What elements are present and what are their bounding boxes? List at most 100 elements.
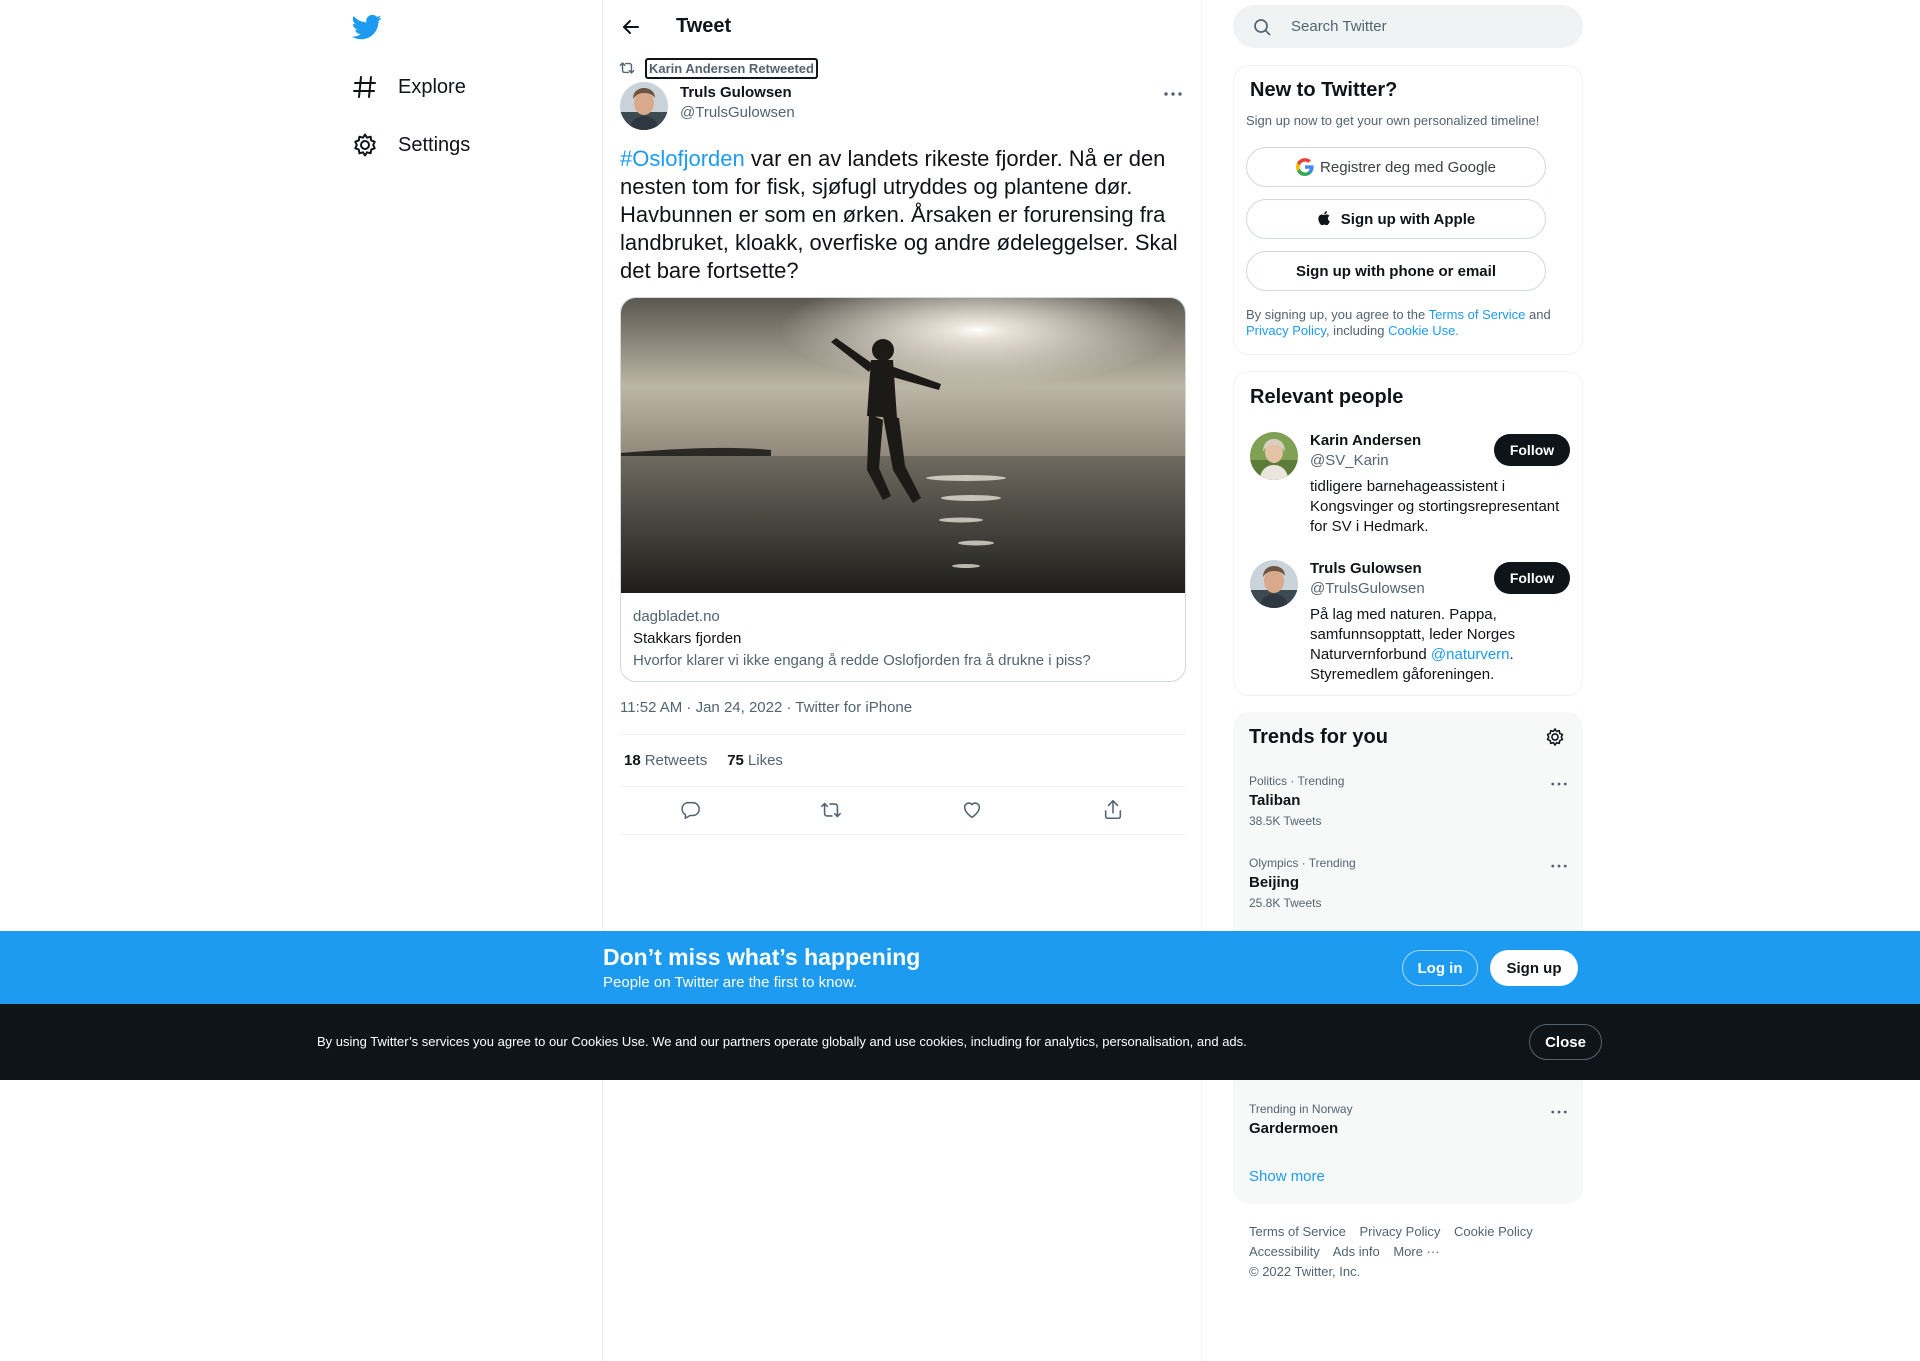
person-name[interactable]: Karin Andersen	[1310, 432, 1421, 449]
more-dots-icon	[1551, 1110, 1567, 1114]
person-bio: tidligere barnehageassistent i Kongsving…	[1310, 478, 1560, 535]
signup-banner: Don’t miss what’s happening People on Tw…	[0, 931, 1920, 1004]
follow-button[interactable]: Follow	[1494, 434, 1570, 466]
tweet-header: Tweet	[603, 0, 1203, 53]
footer-link[interactable]: Accessibility	[1249, 1244, 1320, 1259]
signup-legal-text: By signing up, you agree to the Terms of…	[1246, 307, 1566, 339]
retweets-count: 18	[624, 752, 641, 769]
author-name[interactable]: Truls Gulowsen	[680, 84, 792, 101]
nav-label: Settings	[398, 133, 471, 156]
footer-more-link[interactable]: More ···	[1393, 1244, 1439, 1259]
signup-button[interactable]: Sign up	[1490, 950, 1578, 986]
google-signup-button[interactable]: Registrer deg med Google	[1246, 147, 1546, 187]
trend-count: 38.5K Tweets	[1249, 814, 1322, 828]
like-button[interactable]	[961, 799, 985, 823]
retweet-icon	[619, 60, 637, 78]
google-signup-label: Registrer deg med Google	[1320, 158, 1496, 176]
search-box[interactable]	[1233, 5, 1583, 48]
footer-link[interactable]: Cookie Policy	[1454, 1224, 1533, 1239]
show-more-link[interactable]: Show more	[1249, 1168, 1325, 1185]
retweeted-by-label[interactable]: Karin Andersen Retweeted	[645, 58, 818, 79]
login-button[interactable]: Log in	[1402, 950, 1478, 986]
person-handle[interactable]: @TrulsGulowsen	[1310, 580, 1425, 597]
search-icon	[1253, 18, 1271, 36]
hashtag-icon	[352, 74, 378, 100]
main-column: Tweet Karin Andersen Retweeted Truls Gul…	[602, 0, 1202, 1361]
search-input[interactable]	[1291, 18, 1561, 35]
avatar[interactable]	[1250, 432, 1298, 480]
card-description: Hvorfor klarer vi ikke engang å redde Os…	[633, 652, 1091, 669]
retweeted-by: Karin Andersen Retweeted	[619, 58, 818, 79]
reply-icon	[679, 799, 703, 821]
hashtag-link[interactable]: #Oslofjorden	[620, 146, 745, 171]
banner-subtitle: People on Twitter are the first to know.	[603, 974, 858, 991]
panel-title: Relevant people	[1250, 386, 1404, 408]
tweet-more-button[interactable]	[1161, 84, 1185, 104]
person-handle[interactable]: @SV_Karin	[1310, 452, 1389, 469]
more-dots-icon	[1551, 864, 1567, 868]
legal-prefix: By signing up, you agree to the	[1246, 307, 1429, 322]
more-dots-icon	[1164, 92, 1182, 96]
footer-link[interactable]: Terms of Service	[1249, 1224, 1346, 1239]
trend-item[interactable]: Olympics · Trending Beijing 25.8K Tweets	[1249, 856, 1569, 910]
trend-more-button[interactable]	[1549, 774, 1569, 794]
mention-link[interactable]: @naturvern	[1431, 646, 1510, 663]
reply-button[interactable]	[679, 799, 703, 823]
terms-link[interactable]: Terms of Service	[1429, 307, 1526, 322]
likes-label: Likes	[747, 752, 783, 769]
author-handle[interactable]: @TrulsGulowsen	[680, 104, 795, 121]
legal-and: and	[1525, 307, 1551, 322]
link-card[interactable]: dagbladet.no Stakkars fjorden Hvorfor kl…	[620, 297, 1186, 682]
trend-more-button[interactable]	[1549, 1102, 1569, 1122]
tweet-actions	[620, 787, 1186, 835]
phone-signup-label: Sign up with phone or email	[1295, 262, 1496, 280]
likes-count: 75	[727, 752, 744, 769]
tweet-stats: 18 Retweets 75 Likes	[620, 734, 1186, 787]
heart-icon	[961, 799, 985, 821]
relevant-people-panel: Relevant people Karin Andersen @SV_Karin…	[1233, 371, 1583, 696]
share-icon	[1102, 799, 1126, 821]
tweet-text: #Oslofjorden var en av landets rikeste f…	[620, 145, 1190, 285]
close-button[interactable]: Close	[1529, 1024, 1602, 1060]
apple-icon	[1317, 210, 1335, 228]
footer-link[interactable]: Privacy Policy	[1359, 1224, 1440, 1239]
retweets-stat[interactable]: 18 Retweets	[624, 752, 707, 769]
nav-item-explore[interactable]: Explore	[352, 63, 466, 111]
privacy-link[interactable]: Privacy Policy	[1246, 323, 1326, 338]
tweet-timestamp[interactable]: 11:52 AM · Jan 24, 2022 · Twitter for iP…	[620, 699, 912, 716]
arrow-left-icon	[621, 17, 641, 37]
trend-more-button[interactable]	[1549, 856, 1569, 876]
panel-subtitle: Sign up now to get your own personalized…	[1246, 113, 1540, 128]
retweet-button[interactable]	[820, 799, 844, 823]
author-avatar[interactable]	[620, 82, 668, 130]
google-icon	[1296, 158, 1314, 176]
back-button[interactable]	[617, 13, 645, 41]
panel-title: Trends for you	[1249, 726, 1388, 748]
person-name[interactable]: Truls Gulowsen	[1310, 560, 1422, 577]
footer-link[interactable]: Ads info	[1333, 1244, 1380, 1259]
legal-including: , including	[1325, 323, 1389, 338]
trend-item[interactable]: Politics · Trending Taliban 38.5K Tweets	[1249, 774, 1569, 828]
banner-title: Don’t miss what’s happening	[603, 944, 921, 970]
follow-button[interactable]: Follow	[1494, 562, 1570, 594]
person-bio: På lag med naturen. Pappa, samfunnsoppta…	[1310, 605, 1570, 685]
apple-signup-button[interactable]: Sign up with Apple	[1246, 199, 1546, 239]
cookie-use-link[interactable]: Cookie Use.	[1388, 323, 1459, 338]
trends-settings-button[interactable]	[1545, 727, 1565, 747]
twitter-bird-icon[interactable]	[352, 12, 382, 42]
footer-links: Terms of Service Privacy Policy Cookie P…	[1249, 1222, 1579, 1282]
retweet-icon	[820, 799, 844, 821]
retweets-label: Retweets	[644, 752, 708, 769]
share-button[interactable]	[1102, 799, 1126, 823]
card-domain: dagbladet.no	[633, 608, 720, 625]
phone-signup-button[interactable]: Sign up with phone or email	[1246, 251, 1546, 291]
trend-item[interactable]: Trending in Norway Gardermoen	[1249, 1102, 1569, 1137]
page-title: Tweet	[676, 15, 732, 37]
avatar[interactable]	[1250, 560, 1298, 608]
copyright: © 2022 Twitter, Inc.	[1249, 1264, 1361, 1279]
trend-name: Beijing	[1249, 874, 1300, 891]
nav-item-settings[interactable]: Settings	[352, 121, 470, 169]
nav-label: Explore	[398, 75, 466, 98]
likes-stat[interactable]: 75 Likes	[727, 752, 783, 769]
trend-name: Gardermoen	[1249, 1120, 1339, 1137]
